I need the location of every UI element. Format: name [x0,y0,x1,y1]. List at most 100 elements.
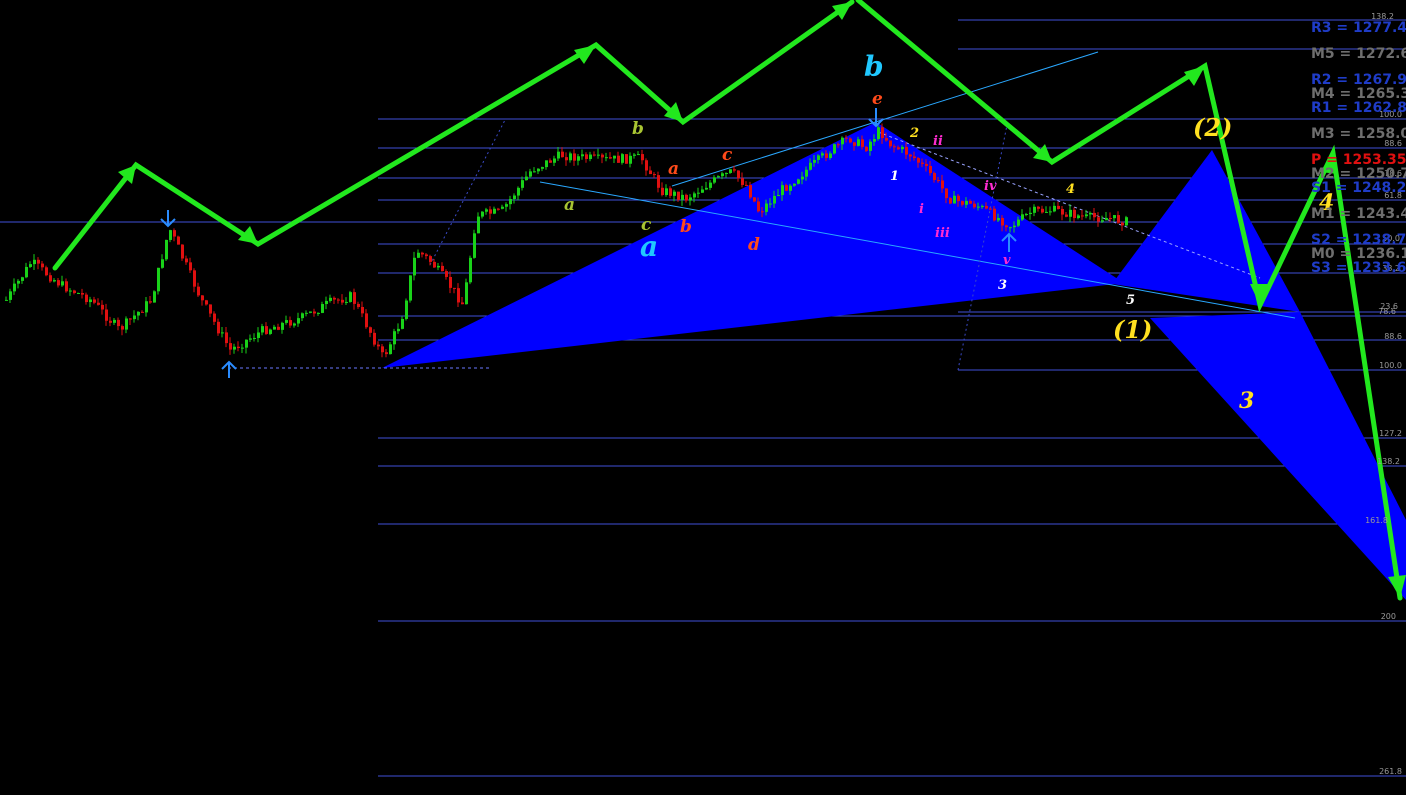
candle-body [161,259,164,268]
wave-label-ii: ii [933,134,943,149]
candle-body [473,233,476,258]
candle-body [561,151,564,158]
candle-body [973,203,976,208]
candle-body [649,170,652,175]
candle-body [629,155,632,164]
candle-body [369,327,372,333]
candle-body [785,185,788,191]
wave-label-paren-1: (1) [1113,315,1152,344]
candle-body [537,168,540,172]
pivot-label: R3 = 1277.40 [1311,20,1406,36]
triangle-right-upper [1112,150,1300,312]
candle-body [141,311,144,313]
candle-body [313,311,316,314]
candle-body [877,127,880,140]
candle-body [525,176,528,181]
candle-body [961,201,964,205]
candle-body [1077,215,1080,219]
candle-body [801,176,804,180]
wave-label-minor-e: e [872,89,883,109]
candle-body [477,216,480,234]
candle-body [901,146,904,150]
candle-body [577,156,580,161]
triangle-right-lower [1150,312,1406,600]
candle-body [353,292,356,304]
candle-body [1089,212,1092,215]
candle-body [193,270,196,287]
candle-body [1009,227,1012,229]
candle-body [345,301,348,303]
candle-body [605,157,608,159]
candle-body [893,146,896,148]
candle-body [905,146,908,155]
candle-body [521,180,524,188]
candle-body [933,173,936,180]
candle-body [405,300,408,319]
candle-body [33,259,36,265]
candle-body [457,288,460,303]
candle-body [573,153,576,161]
candle-body [49,275,52,282]
candle-body [109,320,112,323]
candle-body [1029,212,1032,215]
candle-body [585,154,588,160]
candle-body [417,252,420,258]
candle-body [829,153,832,159]
candle-body [1121,222,1124,226]
wave-label-v: v [1003,253,1011,268]
candle-body [505,204,508,207]
candle-body [641,154,644,161]
wave-label-first-a: a [564,195,575,215]
candle-body [181,244,184,259]
candle-body [469,257,472,283]
candle-body [717,176,720,178]
candle-body [873,139,876,142]
candle-body [81,293,84,295]
candle-body [981,205,984,207]
candle-body [165,239,168,260]
candle-body [533,171,536,173]
candle-body [545,160,548,168]
candle-body [373,332,376,345]
candle-body [61,281,64,286]
fib-label: 138.2 [1377,457,1400,466]
candle-body [341,299,344,303]
fib-label: 161.8 [1365,516,1388,525]
candle-body [201,295,204,301]
candle-body [989,208,992,210]
candle-body [329,297,332,301]
candle-body [865,146,868,151]
candle-body [869,141,872,151]
candle-body [441,265,444,272]
candle-body [5,299,8,301]
candle-body [233,346,236,350]
candle-body [705,187,708,190]
candle-body [1021,214,1024,220]
candle-body [733,169,736,171]
wave-label-1: 1 [890,169,899,184]
harmonic-triangles [382,122,1406,600]
candle-body [385,352,388,355]
candle-body [97,302,100,305]
candle-body [265,326,268,334]
candle-body [593,154,596,156]
candle-body [433,261,436,268]
candle-body [937,179,940,181]
candle-body [1025,214,1028,216]
candle-body [437,265,440,268]
candle-body [721,173,724,177]
candle-body [1013,225,1016,228]
candle-body [409,275,412,301]
candle-body [445,271,448,277]
candle-body [1001,217,1004,226]
candle-body [965,200,968,205]
candle-body [985,205,988,209]
candle-body [221,332,224,334]
pivot-label: S1 = 1248.20 [1311,180,1406,196]
candle-body [1061,208,1064,215]
candle-body [25,266,28,278]
candle-body [357,303,360,307]
candle-body [185,258,188,263]
candle-body [821,153,824,156]
candle-body [85,294,88,303]
